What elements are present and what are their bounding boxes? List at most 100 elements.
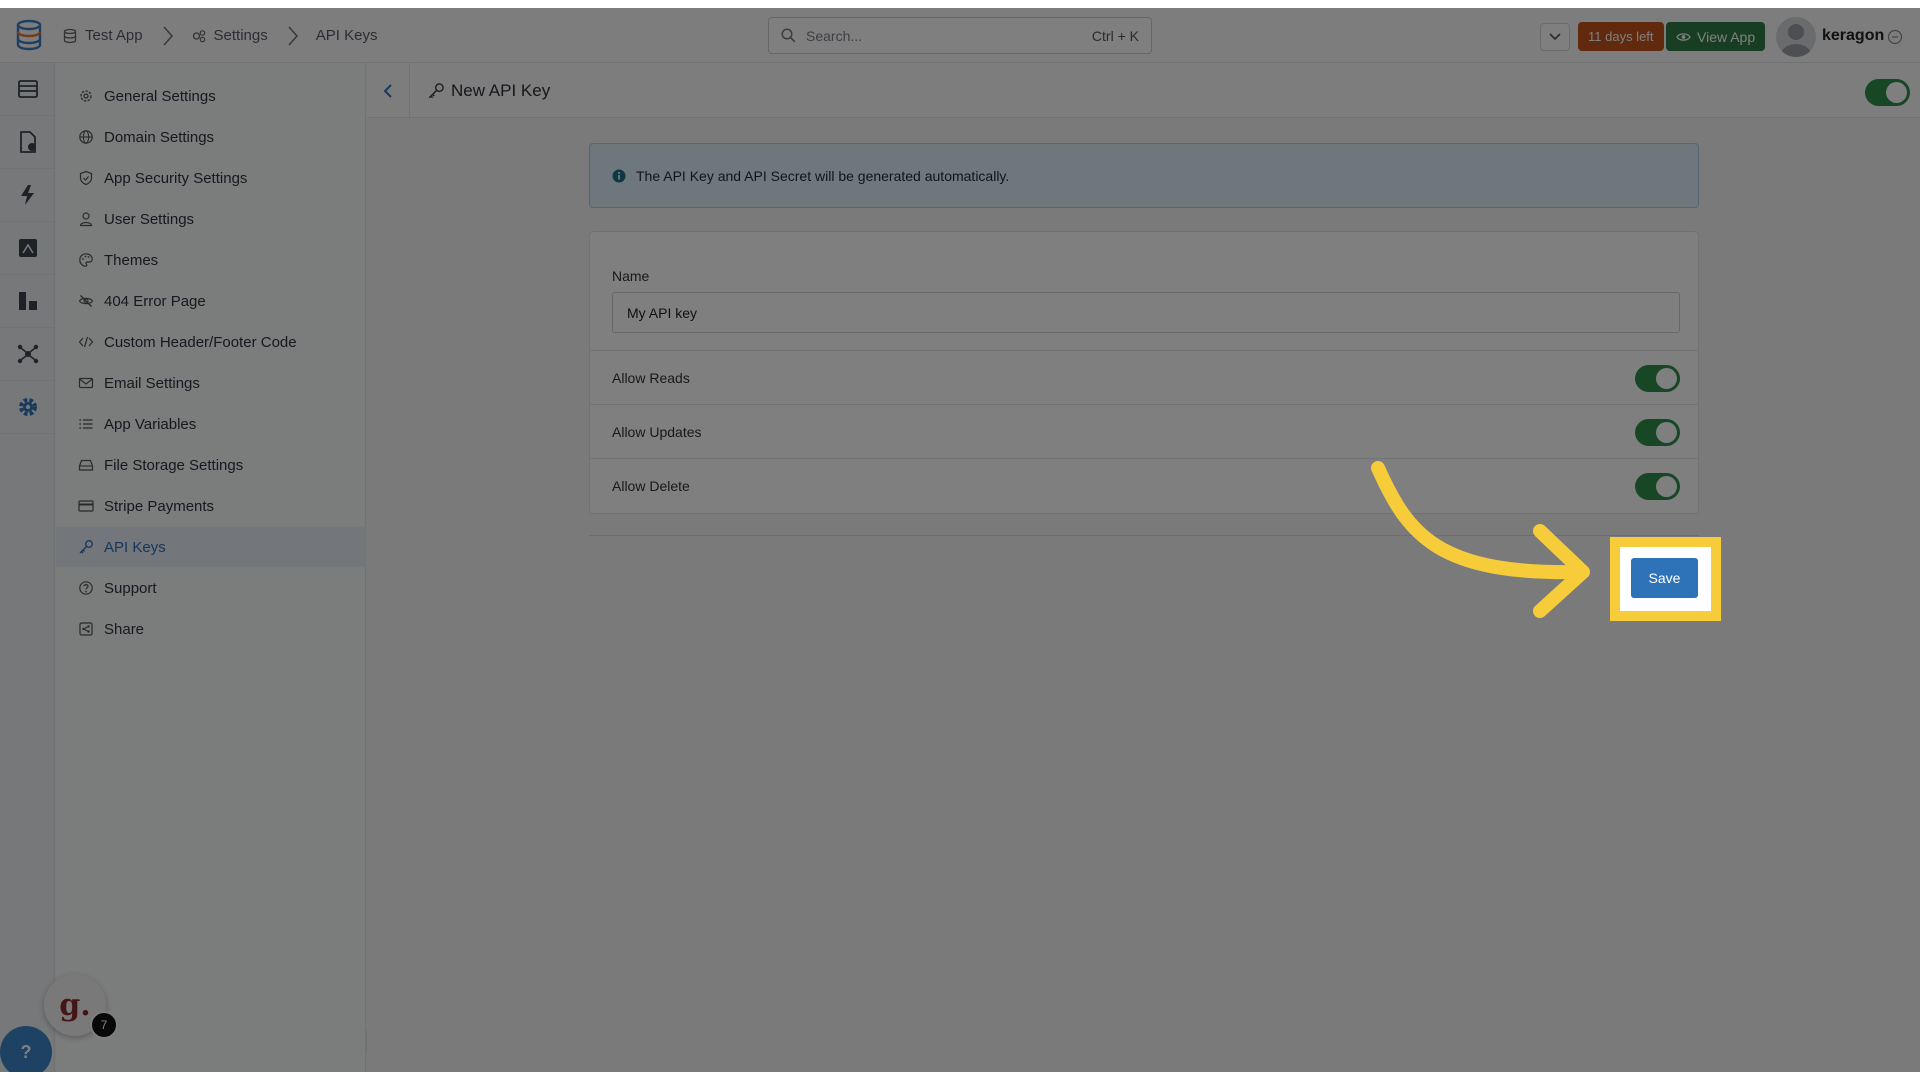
user-menu-icon[interactable]: [1887, 29, 1903, 45]
key-icon: [78, 539, 94, 555]
breadcrumb-app[interactable]: Test App: [62, 27, 143, 44]
credit-card-icon: [78, 498, 94, 514]
avatar[interactable]: [1776, 17, 1816, 57]
allow-updates-toggle[interactable]: [1635, 419, 1680, 446]
view-app-label: View App: [1697, 29, 1755, 45]
breadcrumb-app-label: Test App: [85, 27, 143, 44]
reports-icon: [16, 236, 40, 260]
sidebar-item-share[interactable]: Share: [56, 609, 366, 649]
app-logo-icon[interactable]: [14, 19, 44, 51]
tables-icon: [16, 77, 40, 101]
rail-workflows[interactable]: [0, 169, 55, 222]
database-icon: [62, 28, 78, 44]
breadcrumb-settings[interactable]: Settings: [191, 27, 268, 44]
back-button[interactable]: [367, 63, 410, 118]
rail-tables[interactable]: [0, 63, 55, 116]
allow-delete-label: Allow Delete: [612, 478, 690, 494]
sidebar-item-themes[interactable]: Themes: [56, 240, 366, 280]
help-button[interactable]: ?: [0, 1026, 52, 1078]
workflows-icon: [16, 183, 40, 207]
sidebar-item-label: Email Settings: [104, 375, 200, 392]
top-frame-strip: [0, 0, 1920, 8]
eye-icon: [1676, 32, 1691, 42]
breadcrumb-current-label: API Keys: [316, 27, 378, 44]
info-alert-text: The API Key and API Secret will be gener…: [636, 168, 1009, 184]
breadcrumb: Test App Settings API Keys: [62, 8, 377, 63]
username[interactable]: keragon: [1822, 27, 1884, 45]
allow-delete-row: Allow Delete: [590, 458, 1698, 512]
search-icon: [781, 28, 796, 43]
sidebar-item-label: File Storage Settings: [104, 457, 243, 474]
allow-reads-row: Allow Reads: [590, 350, 1698, 404]
sidebar-item-email-settings[interactable]: Email Settings: [56, 363, 366, 403]
sidebar-item-stripe-payments[interactable]: Stripe Payments: [56, 486, 366, 526]
sidebar-item-label: Support: [104, 580, 157, 597]
sidebar-item-label: Custom Header/Footer Code: [104, 334, 297, 351]
chevron-left-icon: [383, 83, 393, 99]
sidebar-item-label: Stripe Payments: [104, 498, 214, 515]
sidebar-item-label: 404 Error Page: [104, 293, 206, 310]
envelope-icon: [78, 375, 94, 391]
sidebar-item-app-variables[interactable]: App Variables: [56, 404, 366, 444]
pages-icon: [16, 130, 40, 154]
rail-data-import[interactable]: [0, 275, 55, 328]
sidebar-item-label: App Security Settings: [104, 170, 247, 187]
integrations-icon: [16, 342, 40, 366]
info-alert: The API Key and API Secret will be gener…: [589, 143, 1699, 208]
rail-settings[interactable]: [0, 381, 55, 434]
sidebar-item-general-settings[interactable]: General Settings: [56, 76, 366, 116]
allow-reads-toggle[interactable]: [1635, 365, 1680, 392]
chevron-down-icon: [1549, 33, 1561, 41]
chevron-right-icon: [286, 25, 300, 47]
sidebar-item-label: Share: [104, 621, 144, 638]
rail-pages[interactable]: [0, 116, 55, 169]
list-icon: [78, 416, 94, 432]
top-bar: Test App Settings API Keys Search... Ctr…: [0, 8, 1920, 63]
sidebar-item-label: General Settings: [104, 88, 216, 105]
icon-rail: [0, 63, 55, 1072]
bottom-frame-strip: [0, 1072, 1920, 1080]
settings-sidebar: General Settings Domain Settings App Sec…: [56, 63, 366, 1072]
sidebar-item-404-error-page[interactable]: 404 Error Page: [56, 281, 366, 321]
settings-gear-icon: [16, 395, 40, 419]
page-title: New API Key: [427, 81, 550, 101]
breadcrumb-settings-label: Settings: [214, 27, 268, 44]
chevron-right-icon: [161, 25, 175, 47]
sidebar-item-custom-header-footer-code[interactable]: Custom Header/Footer Code: [56, 322, 366, 362]
palette-icon: [78, 252, 94, 268]
code-icon: [78, 334, 94, 350]
allow-reads-label: Allow Reads: [612, 370, 690, 386]
name-field[interactable]: [612, 292, 1680, 333]
shield-icon: [78, 170, 94, 186]
sidebar-item-label: Domain Settings: [104, 129, 214, 146]
breadcrumb-current: API Keys: [316, 27, 378, 44]
sidebar-item-label: Themes: [104, 252, 158, 269]
key-icon: [427, 82, 445, 100]
sidebar-item-file-storage-settings[interactable]: File Storage Settings: [56, 445, 366, 485]
page-title-label: New API Key: [451, 81, 550, 101]
search-input[interactable]: Search... Ctrl + K: [768, 17, 1152, 54]
info-circle-icon: [612, 169, 626, 183]
sidebar-item-domain-settings[interactable]: Domain Settings: [56, 117, 366, 157]
app-switcher-dropdown[interactable]: [1540, 23, 1570, 51]
trial-days-badge[interactable]: 11 days left: [1578, 22, 1664, 51]
view-app-button[interactable]: View App: [1666, 22, 1765, 51]
globe-icon: [78, 129, 94, 145]
sidebar-item-support[interactable]: Support: [56, 568, 366, 608]
sidebar-item-api-keys[interactable]: API Keys: [56, 527, 366, 567]
allow-delete-toggle[interactable]: [1635, 473, 1680, 500]
rail-reports[interactable]: [0, 222, 55, 275]
rail-integrations[interactable]: [0, 328, 55, 381]
eye-slash-icon: [78, 293, 94, 309]
share-icon: [78, 621, 94, 637]
sidebar-item-label: API Keys: [104, 539, 166, 556]
sidebar-item-label: App Variables: [104, 416, 196, 433]
sidebar-item-app-security-settings[interactable]: App Security Settings: [56, 158, 366, 198]
form-divider: [589, 535, 1699, 536]
api-key-enabled-toggle[interactable]: [1865, 79, 1910, 106]
save-button[interactable]: Save: [1631, 558, 1698, 598]
hdd-icon: [78, 457, 94, 473]
question-circle-icon: [78, 580, 94, 596]
sidebar-item-user-settings[interactable]: User Settings: [56, 199, 366, 239]
user-icon: [78, 211, 94, 227]
